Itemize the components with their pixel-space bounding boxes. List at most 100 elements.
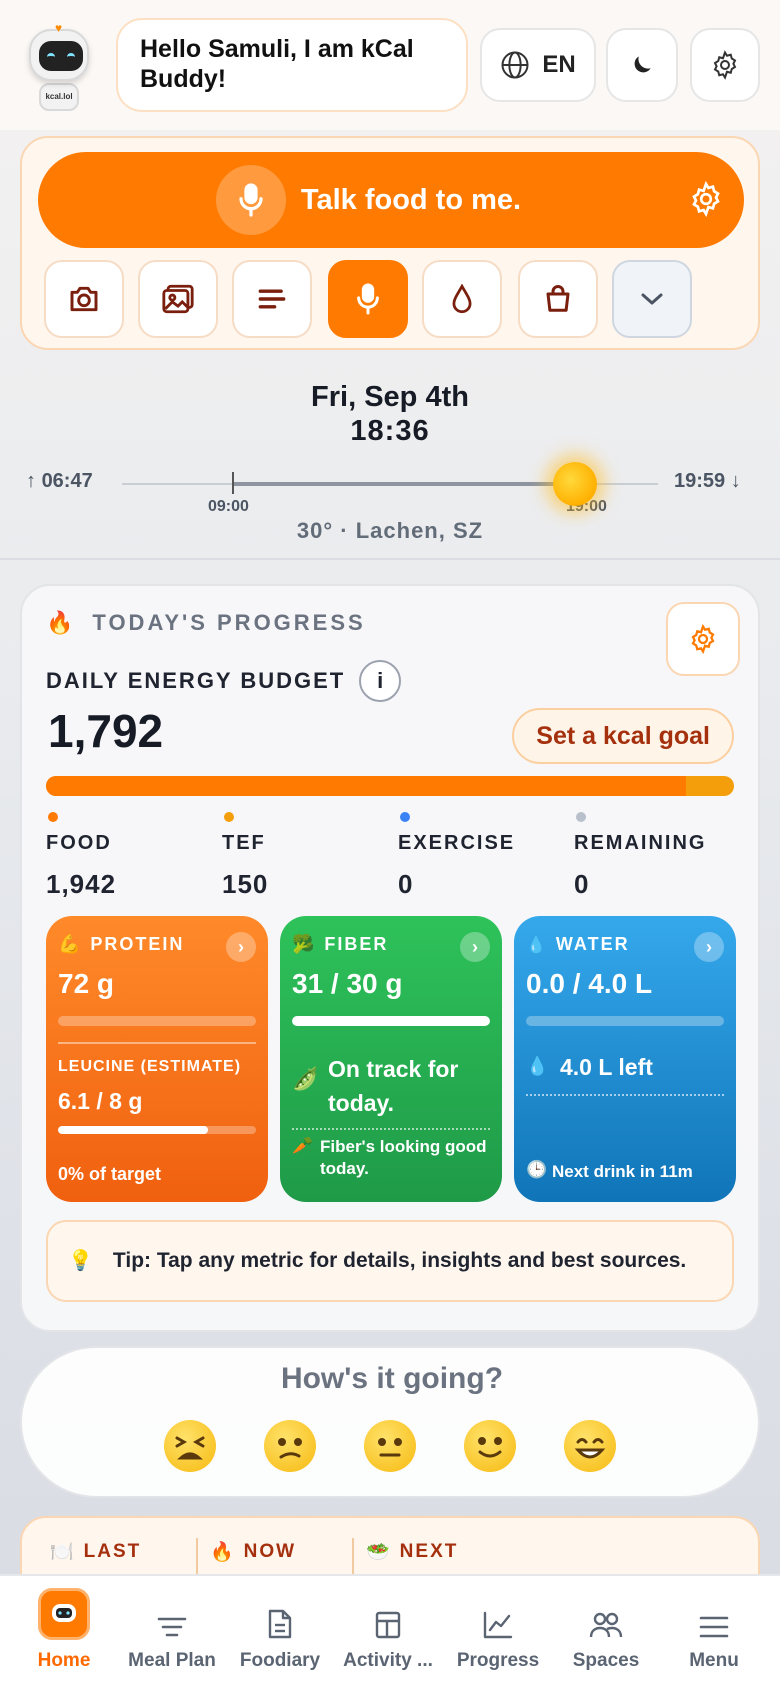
last-meal-tab[interactable]: 🍽️ LAST bbox=[50, 1540, 141, 1564]
tick-start-label: 09:00 bbox=[208, 498, 249, 515]
gallery-button[interactable] bbox=[138, 260, 218, 338]
protein-title: PROTEIN bbox=[90, 934, 185, 954]
dark-mode-button[interactable] bbox=[606, 28, 678, 102]
nav-label: Activity ... bbox=[343, 1650, 433, 1671]
microphone-icon bbox=[357, 283, 379, 315]
globe-icon bbox=[501, 51, 529, 79]
language-button[interactable]: EN bbox=[480, 28, 596, 102]
info-button[interactable]: i bbox=[359, 660, 402, 702]
line-chart-icon bbox=[483, 1611, 513, 1639]
water-button[interactable] bbox=[422, 260, 502, 338]
camera-button[interactable] bbox=[44, 260, 124, 338]
now-meal-label: NOW bbox=[243, 1541, 297, 1562]
stat-food[interactable]: FOOD 1,942 bbox=[46, 812, 216, 900]
language-label: EN bbox=[542, 51, 576, 78]
next-meal-tab[interactable]: 🥗 NEXT bbox=[366, 1540, 458, 1564]
set-kcal-goal-button[interactable]: Set a kcal goal bbox=[512, 708, 734, 764]
divider bbox=[196, 1538, 198, 1578]
progress-settings-button[interactable] bbox=[666, 602, 740, 676]
lightbulb-icon: 💡 bbox=[68, 1250, 93, 1272]
stat-label: EXERCISE bbox=[398, 832, 516, 854]
settings-button[interactable] bbox=[690, 28, 760, 102]
protein-tile[interactable]: 💪 PROTEIN › 72 g LEUCINE (ESTIMATE) 6.1 … bbox=[46, 916, 268, 1202]
section-title: 🔥 TODAY'S PROGRESS bbox=[46, 610, 366, 636]
tip-text: Tip: Tap any metric for details, insight… bbox=[112, 1249, 687, 1272]
now-meal-tab[interactable]: 🔥 NOW bbox=[210, 1540, 296, 1564]
fire-icon: 🔥 bbox=[210, 1542, 236, 1563]
more-actions-button[interactable] bbox=[612, 260, 692, 338]
stat-value: 150 bbox=[222, 869, 269, 899]
tired-face-icon[interactable] bbox=[164, 1420, 216, 1472]
confused-face-icon[interactable] bbox=[264, 1420, 316, 1472]
clock-icon: 🕒 bbox=[526, 1160, 548, 1179]
water-header: 💧 WATER bbox=[526, 934, 630, 955]
last-meal-label: LAST bbox=[83, 1541, 142, 1562]
exercise-dot bbox=[400, 812, 410, 822]
leucine-bar bbox=[58, 1126, 256, 1134]
tef-dot bbox=[224, 812, 234, 822]
nav-foodiary[interactable]: Foodiary bbox=[226, 1576, 334, 1688]
stat-remaining[interactable]: REMAINING 0 bbox=[574, 812, 744, 900]
protein-bar bbox=[58, 1016, 256, 1026]
divider bbox=[292, 1128, 490, 1130]
divider bbox=[526, 1094, 724, 1096]
chevron-right-icon[interactable]: › bbox=[226, 932, 256, 962]
gear-icon bbox=[691, 624, 715, 654]
moon-icon bbox=[634, 56, 651, 73]
nav-activity[interactable]: Activity ... bbox=[334, 1576, 442, 1688]
chevron-right-icon[interactable]: › bbox=[460, 932, 490, 962]
stat-value: 0 bbox=[574, 869, 590, 899]
food-dot bbox=[48, 812, 58, 822]
current-time: 18:36 bbox=[350, 415, 430, 447]
fire-icon: 🔥 bbox=[46, 610, 77, 635]
section-title-text: TODAY'S PROGRESS bbox=[92, 610, 366, 635]
camera-icon bbox=[70, 286, 98, 312]
stat-exercise[interactable]: EXERCISE 0 bbox=[398, 812, 568, 900]
fiber-header: 🥦 FIBER bbox=[292, 934, 388, 955]
text-lines-icon bbox=[258, 289, 286, 309]
nav-progress[interactable]: Progress bbox=[444, 1576, 552, 1688]
stat-tef[interactable]: TEF 150 bbox=[222, 812, 392, 900]
leucine-bar-fill bbox=[58, 1126, 209, 1134]
stat-label: TEF bbox=[222, 832, 266, 854]
fiber-status: On track for today. bbox=[328, 1056, 459, 1116]
sunset-value: 19:59 bbox=[674, 470, 726, 492]
voice-button[interactable] bbox=[328, 260, 408, 338]
mood-question: How's it going? bbox=[280, 1362, 504, 1395]
chevron-down-icon bbox=[641, 293, 663, 305]
tip-banner: 💡 Tip: Tap any metric for details, insig… bbox=[46, 1220, 734, 1302]
bottom-navigation: Home Meal Plan Foodiary Activity ... Pro… bbox=[0, 1574, 780, 1688]
chevron-right-icon[interactable]: › bbox=[694, 932, 724, 962]
app-header: ♥ kcal.lol Hello Samuli, I am kCal Buddy… bbox=[0, 0, 780, 130]
microphone-icon bbox=[216, 165, 286, 235]
nav-meal-plan[interactable]: Meal Plan bbox=[118, 1576, 226, 1688]
slightly-smiling-face-icon[interactable] bbox=[464, 1420, 516, 1472]
filter-lines-icon bbox=[157, 1617, 187, 1637]
talk-settings-icon[interactable] bbox=[688, 181, 724, 217]
water-value: 0.0 / 4.0 L bbox=[526, 968, 653, 999]
divider bbox=[58, 1042, 256, 1044]
robot-home-icon bbox=[38, 1588, 90, 1640]
text-entry-button[interactable] bbox=[232, 260, 312, 338]
nav-spaces[interactable]: Spaces bbox=[552, 1576, 660, 1688]
nav-label: Home bbox=[37, 1650, 91, 1671]
talk-food-button[interactable]: Talk food to me. bbox=[38, 152, 744, 248]
grinning-face-icon[interactable] bbox=[564, 1420, 616, 1472]
water-tile[interactable]: 💧 WATER › 0.0 / 4.0 L 💧 4.0 L left 🕒 Nex… bbox=[514, 916, 736, 1202]
nav-home[interactable]: Home bbox=[10, 1576, 118, 1688]
neutral-face-icon[interactable] bbox=[364, 1420, 416, 1472]
shopping-button[interactable] bbox=[518, 260, 598, 338]
budget-label-text: DAILY ENERGY BUDGET bbox=[46, 668, 346, 693]
sunset-time: 19:59 ↓ bbox=[674, 470, 741, 492]
water-bar bbox=[526, 1016, 724, 1026]
salad-icon: 🥗 bbox=[366, 1542, 392, 1563]
talk-panel: Talk food to me. bbox=[20, 136, 760, 350]
fiber-tile[interactable]: 🥦 FIBER › 31 / 30 g 🫛 On track for today… bbox=[280, 916, 502, 1202]
plate-icon: 🍽️ bbox=[50, 1542, 76, 1563]
nav-menu[interactable]: Menu bbox=[660, 1576, 768, 1688]
carrot-icon: 🥕 bbox=[292, 1136, 314, 1155]
kcal-buddy-avatar[interactable]: ♥ kcal.lol bbox=[20, 20, 98, 120]
next-meal-label: NEXT bbox=[399, 1541, 459, 1562]
protein-target-text: 0% of target bbox=[58, 1164, 162, 1184]
current-date: Fri, Sep 4th bbox=[311, 381, 469, 413]
